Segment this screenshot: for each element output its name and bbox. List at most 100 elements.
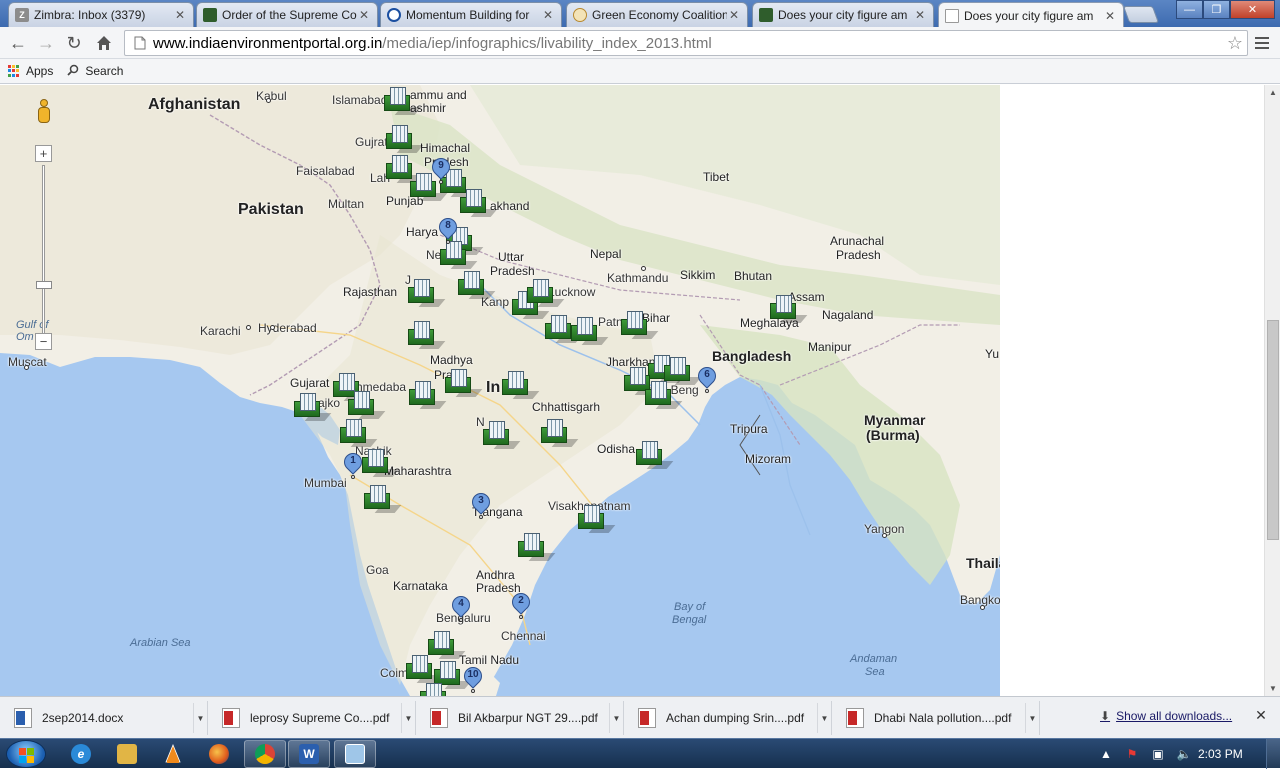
city-building-marker[interactable] bbox=[545, 315, 583, 343]
city-building-marker[interactable] bbox=[386, 155, 424, 183]
city-building-marker[interactable] bbox=[502, 371, 540, 399]
download-item[interactable]: Achan dumping Srin....pdf ▼ bbox=[628, 701, 832, 735]
ranking-pin-10[interactable]: 10 bbox=[460, 663, 486, 696]
taskbar-vlc[interactable] bbox=[152, 740, 194, 768]
city-building-marker[interactable] bbox=[294, 393, 332, 421]
taskbar-chrome[interactable] bbox=[244, 740, 286, 768]
ranking-pin-9[interactable]: 9 bbox=[428, 154, 454, 188]
taskbar-firefox[interactable] bbox=[198, 740, 240, 768]
bookmark-search[interactable]: Search bbox=[67, 64, 123, 79]
city-building-marker[interactable] bbox=[518, 533, 556, 561]
zoom-slider-thumb[interactable] bbox=[36, 281, 52, 289]
city-building-marker[interactable] bbox=[409, 381, 447, 409]
back-button[interactable]: ← bbox=[6, 31, 30, 55]
address-bar[interactable]: www.indiaenvironmentportal.org.in/media/… bbox=[124, 30, 1248, 56]
city-building-marker[interactable] bbox=[645, 381, 683, 409]
start-button[interactable] bbox=[6, 740, 46, 768]
street-view-pegman-icon[interactable] bbox=[37, 99, 51, 129]
chevron-down-icon[interactable]: ▼ bbox=[609, 703, 623, 733]
page-scrollbar[interactable]: ▲ ▼ bbox=[1264, 85, 1280, 696]
city-building-marker[interactable] bbox=[636, 441, 674, 469]
tab-zimbra[interactable]: Z Zimbra: Inbox (3379) ✕ bbox=[8, 2, 194, 27]
ranking-pin-4[interactable]: 4 bbox=[448, 592, 474, 626]
ranking-pin-1[interactable]: 1 bbox=[340, 449, 366, 483]
city-building-marker[interactable] bbox=[408, 321, 446, 349]
city-building-marker[interactable] bbox=[362, 449, 400, 477]
city-building-marker[interactable] bbox=[460, 189, 498, 217]
close-icon[interactable]: ✕ bbox=[173, 8, 187, 22]
close-icon[interactable]: ✕ bbox=[727, 8, 741, 22]
close-icon[interactable]: ✕ bbox=[913, 8, 927, 22]
volume-icon[interactable]: 🔈 bbox=[1176, 746, 1192, 762]
city-building-marker[interactable] bbox=[541, 419, 579, 447]
close-window-button[interactable]: ✕ bbox=[1230, 0, 1275, 19]
taskbar-word[interactable]: W bbox=[288, 740, 330, 768]
taskbar-clock[interactable]: 2:03 PM bbox=[1198, 747, 1243, 761]
new-tab-button[interactable] bbox=[1122, 6, 1160, 23]
bookmark-apps[interactable]: Apps bbox=[8, 64, 53, 78]
city-building-marker[interactable] bbox=[386, 125, 424, 153]
city-building-marker[interactable] bbox=[364, 485, 402, 513]
city-building-marker[interactable] bbox=[770, 295, 808, 323]
city-building-marker[interactable] bbox=[434, 661, 472, 689]
city-building-marker[interactable] bbox=[578, 505, 616, 533]
tab-livability-thumb[interactable]: Does your city figure am ✕ bbox=[752, 2, 934, 27]
taskbar-internet-explorer[interactable]: e bbox=[60, 740, 102, 768]
taskbar-notepad[interactable] bbox=[334, 740, 376, 768]
scroll-down-arrow-icon[interactable]: ▼ bbox=[1265, 681, 1280, 695]
city-building-marker[interactable] bbox=[483, 421, 521, 449]
show-desktop-button[interactable] bbox=[1266, 739, 1280, 769]
minimize-button[interactable]: — bbox=[1176, 0, 1203, 19]
scroll-up-arrow-icon[interactable]: ▲ bbox=[1265, 85, 1280, 99]
action-center-flag-icon[interactable]: ⚑ bbox=[1124, 746, 1140, 762]
chevron-down-icon[interactable]: ▼ bbox=[817, 703, 831, 733]
download-item[interactable]: Dhabi Nala pollution....pdf ▼ bbox=[836, 701, 1040, 735]
city-building-marker[interactable] bbox=[527, 279, 565, 307]
download-item[interactable]: leprosy Supreme Co....pdf ▼ bbox=[212, 701, 416, 735]
city-building-marker[interactable] bbox=[420, 683, 446, 696]
page-info-icon[interactable] bbox=[129, 32, 151, 54]
close-downloads-shelf-button[interactable]: ✕ bbox=[1254, 707, 1268, 723]
ranking-pin-8[interactable]: 8 bbox=[435, 214, 461, 248]
reload-button[interactable]: ↻ bbox=[62, 31, 86, 55]
taskbar-file-explorer[interactable] bbox=[106, 740, 148, 768]
city-building-marker[interactable] bbox=[348, 391, 386, 419]
chrome-menu-button[interactable] bbox=[1252, 33, 1272, 53]
network-icon[interactable]: ▣ bbox=[1150, 746, 1166, 762]
city-building-marker[interactable] bbox=[571, 317, 609, 345]
zoom-slider-track[interactable] bbox=[42, 165, 45, 337]
ranking-pin-2[interactable]: 2 bbox=[508, 589, 534, 623]
city-building-marker[interactable] bbox=[408, 279, 446, 307]
download-item[interactable]: 2sep2014.docx ▼ bbox=[4, 701, 208, 735]
close-icon[interactable]: ✕ bbox=[357, 8, 371, 22]
city-building-marker[interactable] bbox=[384, 87, 422, 115]
ranking-pin-3[interactable]: 3 bbox=[468, 489, 494, 523]
url-text[interactable]: www.indiaenvironmentportal.org.in/media/… bbox=[151, 35, 1223, 52]
chevron-down-icon[interactable]: ▼ bbox=[401, 703, 415, 733]
maximize-button[interactable]: ❐ bbox=[1203, 0, 1230, 19]
chevron-down-icon[interactable]: ▼ bbox=[1025, 703, 1039, 733]
scrollbar-thumb[interactable] bbox=[1267, 320, 1279, 540]
close-icon[interactable]: ✕ bbox=[1103, 9, 1117, 23]
home-button[interactable] bbox=[92, 31, 116, 55]
forward-button[interactable]: → bbox=[34, 31, 58, 55]
show-all-downloads-link[interactable]: ⬇ Show all downloads... bbox=[1100, 709, 1232, 723]
city-building-marker[interactable] bbox=[340, 419, 378, 447]
zoom-in-button[interactable]: + bbox=[35, 145, 52, 162]
show-hidden-icons-icon[interactable]: ▲ bbox=[1098, 746, 1114, 762]
city-building-marker[interactable] bbox=[664, 357, 702, 385]
bookmark-star-icon[interactable]: ☆ bbox=[1223, 31, 1247, 55]
city-building-marker[interactable] bbox=[406, 655, 444, 683]
city-building-marker[interactable] bbox=[621, 311, 659, 339]
download-item[interactable]: Bil Akbarpur NGT 29....pdf ▼ bbox=[420, 701, 624, 735]
city-building-marker[interactable] bbox=[445, 369, 483, 397]
tab-supreme-court-order[interactable]: Order of the Supreme Co ✕ bbox=[196, 2, 378, 27]
chevron-down-icon[interactable]: ▼ bbox=[193, 703, 207, 733]
city-building-marker[interactable] bbox=[458, 271, 496, 299]
city-building-marker[interactable] bbox=[428, 631, 466, 659]
livability-map[interactable]: Afghanistan Kabul Islamabad ammu and ash… bbox=[0, 85, 1000, 696]
tab-livability-active[interactable]: Does your city figure am ✕ bbox=[938, 2, 1124, 28]
ranking-pin-6[interactable]: 6 bbox=[694, 363, 720, 397]
tab-green-economy-coalition[interactable]: Green Economy Coalition ✕ bbox=[566, 2, 748, 27]
tab-momentum-building[interactable]: Momentum Building for ✕ bbox=[380, 2, 562, 27]
